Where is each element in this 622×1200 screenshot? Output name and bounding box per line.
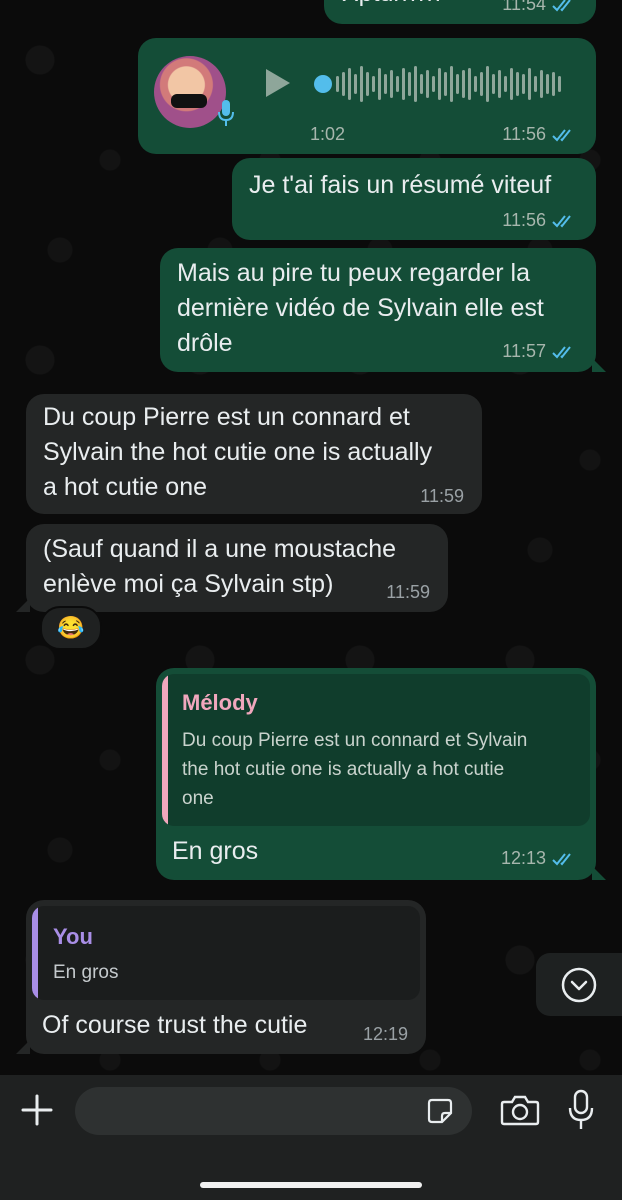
mask-decoration <box>171 94 207 108</box>
message-time: 12:19 <box>362 1024 408 1044</box>
message-time: 12:13 <box>500 848 546 868</box>
read-receipt-icon <box>552 0 571 11</box>
message-outgoing[interactable]: Xptdrrrrrr 11:54 <box>324 0 596 24</box>
message-line: Mais au pire tu peux regarder la <box>177 259 530 287</box>
reaction-badge[interactable]: 😂 <box>40 606 102 650</box>
plus-icon[interactable] <box>20 1093 54 1127</box>
message-line: a hot cutie one <box>43 473 208 501</box>
laughing-emoji-icon: 😂 <box>57 615 85 640</box>
chat-area[interactable]: Xptdrrrrrr 11:54 <box>0 0 622 1075</box>
message-line: Du coup Pierre est un connard et <box>43 403 410 431</box>
quote-line: the hot cutie one is actually a hot cuti… <box>182 759 505 780</box>
message-text: Mais au pire tu peux regarder la dernièr… <box>177 256 544 361</box>
quote-text: En gros <box>53 962 119 983</box>
quoted-message[interactable]: You En gros <box>32 906 420 1000</box>
message-text: Xptdrrrrrr <box>342 0 443 11</box>
read-receipt-icon <box>552 128 571 141</box>
message-outgoing-reply[interactable]: Mélody Du coup Pierre est un connard et … <box>156 668 606 880</box>
waveform[interactable] <box>310 62 572 106</box>
quote-author: You <box>53 924 93 949</box>
message-meta: 11:57 <box>502 341 578 362</box>
message-meta: 12:13 <box>501 848 578 869</box>
message-meta: 11:54 <box>502 0 578 15</box>
message-line: (Sauf quand il a une moustache <box>43 535 397 563</box>
message-incoming[interactable]: (Sauf quand il a une moustache enlève mo… <box>16 524 448 612</box>
read-receipt-icon <box>552 345 571 358</box>
message-time: 11:59 <box>386 582 430 602</box>
message-text: Of course trust the cutie <box>42 1011 308 1039</box>
message-input[interactable] <box>75 1087 472 1135</box>
message-text: Du coup Pierre est un connard et Sylvain… <box>43 400 432 505</box>
message-line: Sylvain the hot cutie one is actually <box>43 438 433 466</box>
message-outgoing[interactable]: Mais au pire tu peux regarder la dernièr… <box>160 248 606 372</box>
scroll-to-bottom-button[interactable] <box>536 953 622 1016</box>
bubble-tail <box>16 1040 30 1054</box>
home-indicator[interactable] <box>200 1182 422 1188</box>
message-line: drôle <box>177 329 233 357</box>
voice-message[interactable]: 1:02 11:56 <box>138 38 596 154</box>
bubble-tail <box>592 358 606 372</box>
play-icon[interactable] <box>264 68 292 98</box>
message-meta: 11:56 <box>502 124 578 145</box>
message-time: 11:56 <box>502 210 546 230</box>
quote-line: Du coup Pierre est un connard et Sylvain <box>182 730 528 751</box>
quote-accent-bar <box>32 906 38 1000</box>
message-outgoing[interactable]: Je t'ai fais un résumé viteuf 11:56 <box>232 158 596 240</box>
message-time: 11:56 <box>502 124 546 144</box>
sticker-icon[interactable] <box>426 1097 454 1125</box>
voice-duration: 1:02 <box>310 124 346 144</box>
message-line: dernière vidéo de Sylvain elle est <box>177 294 544 322</box>
read-receipt-icon <box>552 852 571 865</box>
message-meta: 11:59 <box>386 582 430 603</box>
message-meta: 11:56 <box>502 210 578 231</box>
message-meta: 11:59 <box>420 486 464 507</box>
quote-line: one <box>182 788 214 809</box>
microphone-icon <box>218 100 234 126</box>
message-time: 11:54 <box>502 0 546 14</box>
message-text: (Sauf quand il a une moustache enlève mo… <box>43 532 396 602</box>
message-incoming-reply[interactable]: You En gros Of course trust the cutie 12… <box>16 900 426 1054</box>
camera-icon[interactable] <box>500 1093 540 1127</box>
message-incoming[interactable]: Du coup Pierre est un connard et Sylvain… <box>26 394 482 514</box>
message-time: 11:59 <box>420 486 464 506</box>
message-line: enlève moi ça Sylvain stp) <box>43 570 334 598</box>
message-text: Je t'ai fais un résumé viteuf <box>249 171 552 199</box>
quoted-message[interactable]: Mélody Du coup Pierre est un connard et … <box>162 674 590 826</box>
quote-author: Mélody <box>182 690 258 715</box>
message-time: 11:57 <box>502 341 546 361</box>
quote-text: Du coup Pierre est un connard et Sylvain… <box>182 726 527 813</box>
microphone-icon[interactable] <box>566 1089 596 1131</box>
read-receipt-icon <box>552 214 571 227</box>
bubble-tail <box>16 598 30 612</box>
bubble-tail <box>592 866 606 880</box>
quote-accent-bar <box>162 674 168 826</box>
message-meta: 12:19 <box>363 1024 408 1045</box>
message-text: En gros <box>172 837 259 865</box>
chevron-down-icon <box>561 967 597 1003</box>
